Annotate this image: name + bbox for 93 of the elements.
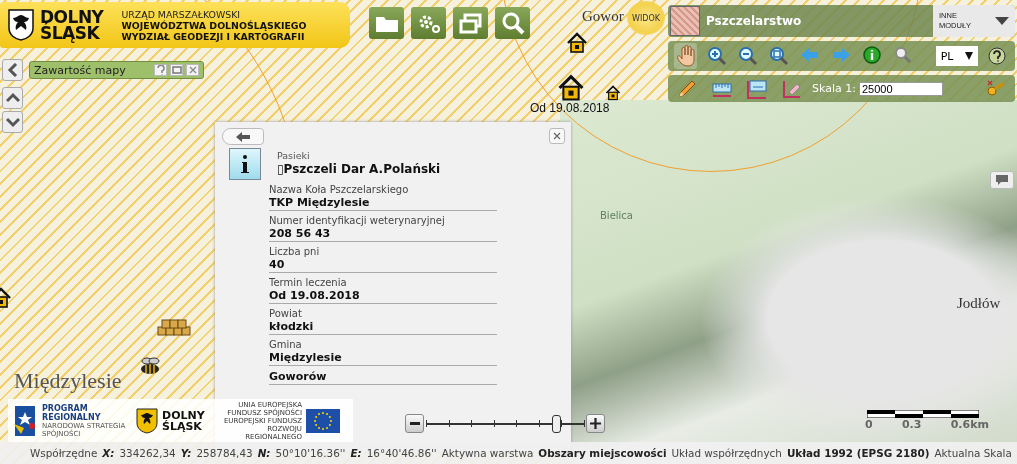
field-label: Numer identyfikacji weterynaryjnej [269, 215, 446, 227]
scale-label: Skala 1: [812, 82, 856, 95]
field-value: Od 19.08.2018 [269, 289, 361, 302]
zoom-in-button[interactable] [586, 414, 605, 433]
field-label: Liczba pni [269, 246, 321, 258]
place-label: Jodłów [957, 295, 1001, 312]
close-icon [553, 132, 561, 140]
status-text: Aktywna warstwa [441, 447, 534, 459]
field-value: TKP Międzylesie [269, 196, 371, 209]
feature-title: ▯Pszczeli Dar A.Polański [277, 162, 441, 176]
field-value: 40 [269, 258, 286, 271]
status-text: 16°40'46.86'' [366, 447, 437, 459]
status-text: Układ współrzędnych [671, 447, 782, 459]
status-text: E: [350, 447, 362, 459]
region-logo-text: DOLNY ŚLĄSK [162, 409, 206, 432]
status-text: X: [102, 447, 115, 459]
language-select[interactable]: PL [935, 46, 978, 66]
status-text: Układ 1992 (EPSG 2180) [786, 447, 930, 459]
plus-icon [590, 418, 601, 429]
folder-button[interactable] [369, 7, 404, 39]
area-measure-icon [746, 77, 768, 100]
status-text: 334262,34 [119, 447, 176, 459]
status-text: 50°10'16.36'' [275, 447, 346, 459]
field-label: Termin leczenia [269, 277, 348, 289]
field-value: 208 56 43 [269, 227, 332, 240]
maximize-button[interactable] [170, 64, 183, 76]
field-label: Nazwa Koła Pszczelarskiego [269, 184, 410, 196]
close-button[interactable] [186, 64, 199, 76]
question-mark-icon [156, 65, 165, 75]
status-text: Y: [180, 447, 192, 459]
field-label: Powiat [269, 308, 303, 320]
apiary-house-icon[interactable] [566, 32, 588, 54]
comment-button[interactable] [990, 171, 1014, 189]
scale-label: 0 [865, 418, 873, 431]
field-label: Gmina [269, 339, 303, 351]
apiary-house-icon[interactable] [605, 85, 621, 101]
back-button[interactable] [222, 128, 264, 145]
eagle-shield-icon [8, 9, 34, 41]
scale-input[interactable]: 25000 [858, 81, 943, 96]
key-icon [986, 78, 1006, 99]
windows-button[interactable] [453, 7, 488, 39]
place-label: Od 19.08.2018 [530, 101, 610, 115]
info-icon [861, 45, 884, 67]
zoom-out-button[interactable] [405, 414, 424, 433]
collapse-button[interactable] [2, 59, 23, 81]
eagle-shield-icon [136, 407, 158, 434]
module-thumbnail [670, 6, 700, 36]
speech-bubble-icon [995, 174, 1009, 186]
program-logo-text: PROGRAM REGIONALNY [42, 403, 102, 422]
letter-i-icon [240, 154, 250, 174]
pan-up-button[interactable] [2, 87, 23, 109]
status-text: N: [257, 447, 271, 459]
field-value: kłodzki [269, 320, 315, 333]
close-button[interactable] [549, 128, 565, 144]
square-icon [171, 66, 182, 74]
place-label: Bielica [600, 210, 633, 221]
field-value: Międzylesie [269, 351, 343, 364]
zoom-slider-thumb[interactable] [551, 414, 561, 433]
view-badge[interactable]: WIDOK [627, 1, 665, 35]
office-name-line: URZĄD MARSZAŁKOWSKI [121, 8, 242, 20]
search-button[interactable] [495, 7, 530, 39]
apiary-house-icon[interactable] [557, 74, 585, 102]
zoom-frame-icon [768, 45, 791, 67]
field-value: Goworów [269, 370, 328, 383]
chevron-left-icon [6, 63, 19, 77]
office-name-line: WOJEWÓDZTWA DOLNOŚLĄSKIEGO [121, 19, 307, 31]
status-text: Obszary miejscowości [538, 447, 667, 459]
map-background[interactable] [0, 0, 1017, 464]
region-logo-text: DOLNY ŚLĄSK [40, 9, 104, 41]
zoom-out-icon [737, 45, 759, 67]
module-name: Pszczelarstwo [706, 14, 803, 28]
panel-title: Zawartość mapy [34, 63, 126, 77]
scale-label: 0.3 [901, 418, 922, 431]
status-text: Współrzędne [30, 447, 98, 459]
pan-down-button[interactable] [2, 111, 23, 133]
question-mark-icon [988, 47, 1007, 65]
office-name-line: WYDZIAŁ GEODEZJI I KARTOGRAFII [121, 30, 305, 42]
scale-label: 0.6km [950, 418, 989, 431]
close-icon [188, 66, 197, 74]
pan-button[interactable] [674, 43, 698, 69]
status-text: Aktualna Skala [934, 447, 1012, 459]
hand-icon [674, 45, 697, 67]
minus-icon [409, 421, 420, 426]
chevron-up-icon [5, 92, 20, 104]
chevron-down-icon [5, 116, 20, 128]
gears-button[interactable] [411, 7, 446, 39]
layer-name: Pasieki [277, 150, 311, 161]
caret-down-icon [995, 17, 1009, 25]
caret-down-icon [964, 52, 973, 60]
arrow-left-icon [235, 131, 251, 142]
eu-flag-icon [306, 408, 340, 433]
zoom-in-icon [705, 45, 728, 67]
status-text: 258784,43 [196, 447, 253, 459]
